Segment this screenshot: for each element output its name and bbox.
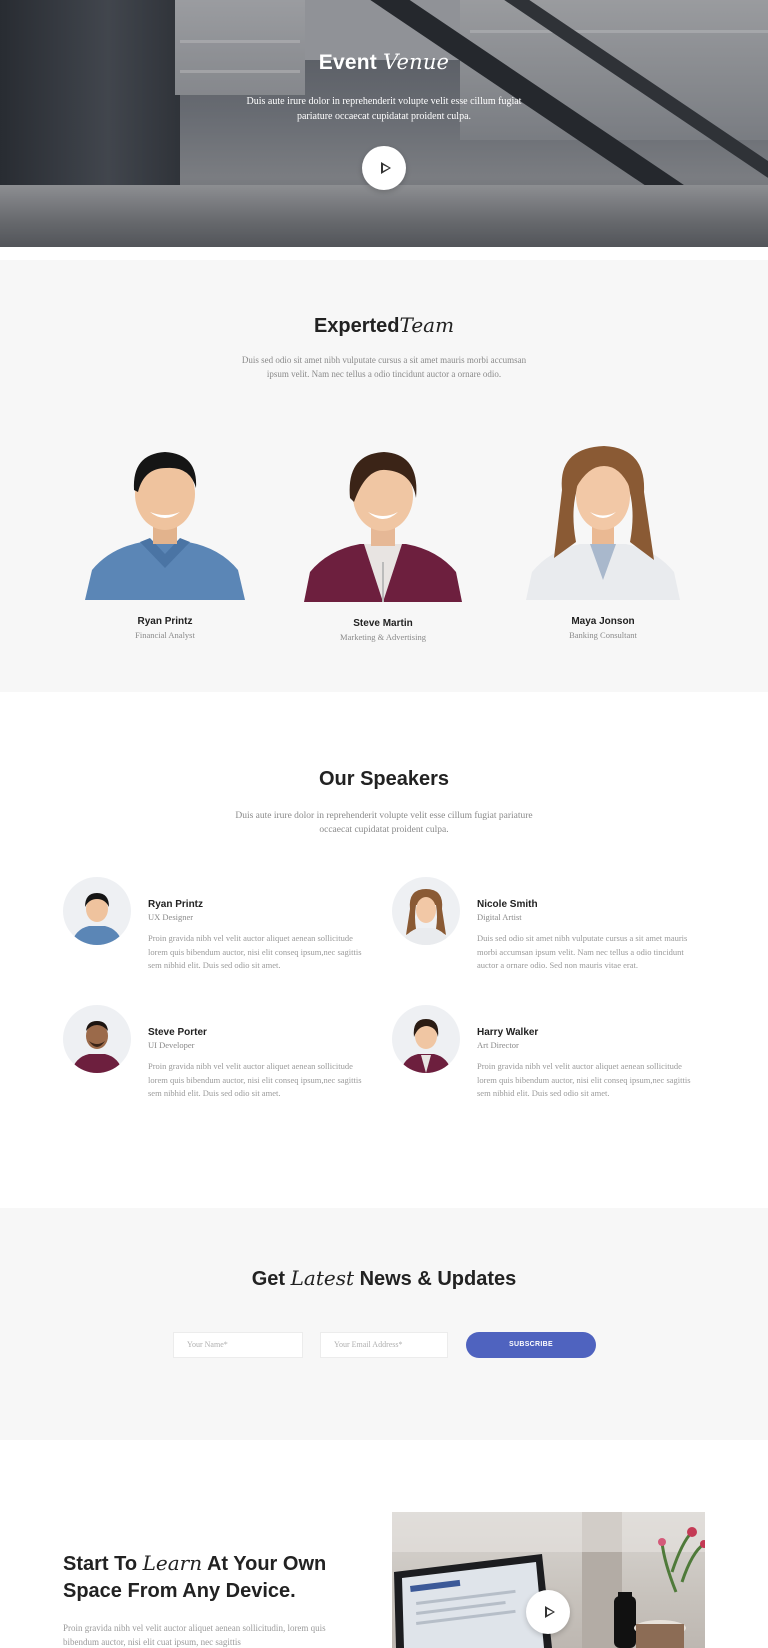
- speaker-role: UI Developer: [148, 1040, 195, 1050]
- learn-title-line1-after: At Your Own: [206, 1553, 327, 1575]
- speakers-section: Our Speakers Duis aute irure dolor in re…: [0, 692, 768, 1192]
- speakers-description: Duis aute irure dolor in reprehenderit v…: [235, 811, 533, 835]
- team-title-italic: Team: [399, 313, 455, 337]
- hero-title-plain: Event: [318, 51, 377, 74]
- team-member-role: Marketing & Advertising: [340, 632, 426, 642]
- speaker-card[interactable]: Steve Porter UI Developer Proin gravida …: [63, 1005, 373, 1115]
- learn-section: Start To Learn At Your Own Space From An…: [0, 1440, 768, 1648]
- email-input[interactable]: Your Email Address*: [320, 1332, 448, 1358]
- newsletter-section: Get Latest News & Updates Your Name* You…: [0, 1208, 768, 1440]
- speaker-avatar: [63, 1005, 131, 1073]
- subscribe-button[interactable]: SUBSCRIBE: [466, 1332, 596, 1358]
- play-icon: [380, 162, 391, 174]
- person-photo-icon: [400, 1019, 452, 1073]
- team-section: ExpertedTeam Duis sed odio sit amet nibh…: [0, 260, 768, 692]
- person-photo-icon: [71, 1021, 123, 1073]
- learn-title-line1-before: Start To: [63, 1553, 138, 1575]
- person-photo-icon: [85, 452, 245, 600]
- person-photo-icon: [71, 893, 123, 945]
- learn-video-thumbnail[interactable]: [392, 1512, 705, 1648]
- speaker-name: Steve Porter: [148, 1027, 207, 1038]
- team-title-plain: Experted: [313, 315, 400, 337]
- team-member-name: Maya Jonson: [571, 616, 635, 627]
- team-member-name: Ryan Printz: [137, 616, 193, 627]
- team-member-role: Financial Analyst: [135, 630, 195, 640]
- team-member-card[interactable]: Steve Martin Marketing & Advertising: [298, 432, 468, 642]
- person-photo-icon: [526, 446, 680, 600]
- team-member-photo: [80, 430, 250, 600]
- team-member-name: Steve Martin: [353, 618, 413, 629]
- learn-title-line2: Space From Any Device.: [63, 1580, 296, 1602]
- speaker-name: Ryan Printz: [148, 899, 204, 910]
- video-play-button[interactable]: [526, 1590, 570, 1634]
- newsletter-title: Get Latest News & Updates: [0, 1266, 768, 1291]
- hero-description: Duis aute irure dolor in reprehenderit v…: [246, 96, 522, 122]
- learn-text: Proin gravida nibh vel velit auctor aliq…: [63, 1623, 326, 1647]
- speaker-card[interactable]: Nicole Smith Digital Artist Duis sed odi…: [392, 877, 702, 987]
- speaker-role: UX Designer: [148, 912, 194, 922]
- speaker-avatar: [63, 877, 131, 945]
- team-title: ExpertedTeam: [0, 313, 768, 338]
- speaker-bio: Proin gravida nibh vel velit auctor aliq…: [148, 1061, 362, 1098]
- team-member-role: Banking Consultant: [569, 630, 637, 640]
- newsletter-title-italic: Latest: [290, 1266, 354, 1290]
- team-member-photo: [518, 430, 688, 600]
- hero-section: Event Venue Duis aute irure dolor in rep…: [0, 0, 768, 247]
- team-member-card[interactable]: Maya Jonson Banking Consultant: [518, 430, 688, 640]
- team-member-card[interactable]: Ryan Printz Financial Analyst: [80, 430, 250, 640]
- person-photo-icon: [304, 452, 462, 602]
- speaker-card[interactable]: Ryan Printz UX Designer Proin gravida ni…: [63, 877, 373, 987]
- speaker-bio: Proin gravida nibh vel velit auctor aliq…: [477, 1061, 691, 1098]
- hero-title-italic: Venue: [383, 50, 450, 74]
- speakers-title: Our Speakers: [318, 768, 450, 790]
- speaker-name: Nicole Smith: [477, 899, 538, 910]
- learn-title-italic: Learn: [142, 1551, 203, 1575]
- person-photo-icon: [402, 889, 450, 945]
- speaker-role: Art Director: [477, 1040, 519, 1050]
- learn-title: Start To Learn At Your Own Space From An…: [63, 1550, 363, 1605]
- name-input[interactable]: Your Name*: [173, 1332, 303, 1358]
- speaker-avatar: [392, 877, 460, 945]
- newsletter-title-before: Get: [251, 1268, 286, 1290]
- speaker-avatar: [392, 1005, 460, 1073]
- hero-title: Event Venue: [0, 50, 768, 75]
- hero-play-button[interactable]: [362, 146, 406, 190]
- speaker-bio: Proin gravida nibh vel velit auctor aliq…: [148, 933, 362, 970]
- team-description: Duis sed odio sit amet nibh vulputate cu…: [241, 355, 527, 379]
- play-icon: [544, 1606, 555, 1618]
- speaker-card[interactable]: Harry Walker Art Director Proin gravida …: [392, 1005, 702, 1115]
- speaker-bio: Duis sed odio sit amet nibh vulputate cu…: [477, 933, 688, 970]
- newsletter-title-after: News & Updates: [359, 1268, 517, 1290]
- speaker-role: Digital Artist: [477, 912, 522, 922]
- speaker-name: Harry Walker: [477, 1027, 539, 1038]
- team-member-photo: [298, 432, 468, 602]
